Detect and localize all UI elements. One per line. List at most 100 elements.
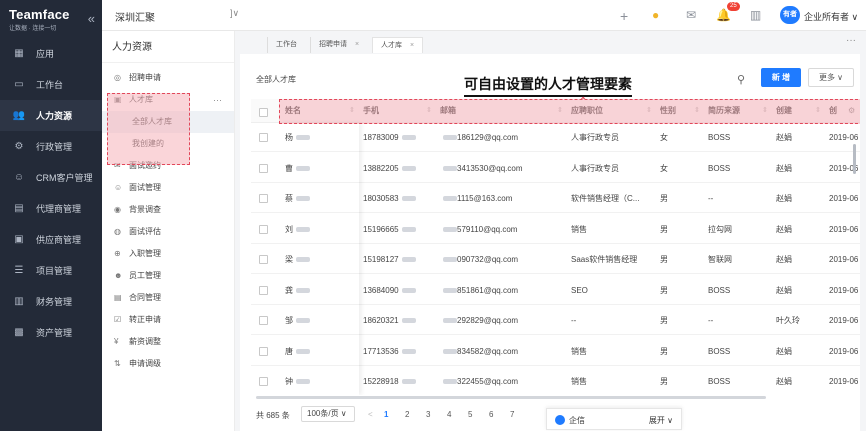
page-button[interactable]: 1 <box>384 410 388 419</box>
module-item-background[interactable]: ◉ 背景调查 <box>102 199 234 221</box>
nav-item-finance[interactable]: ▥ 财务管理 <box>0 286 102 317</box>
nav-item-admin[interactable]: ⚙ 行政管理 <box>0 131 102 162</box>
talent-table: 姓名⇕手机⇕邮箱⇕应聘职位⇕性别⇕简历来源⇕创建⇕创⚙ 杨18783009186… <box>251 99 860 395</box>
table-cell: 579110@qq.com <box>436 216 567 244</box>
search-icon[interactable]: ⚲ <box>737 73 745 86</box>
cell-value: 曹 <box>285 163 293 173</box>
mail-icon[interactable]: ✉ <box>686 8 696 22</box>
table-cell: 2019-06 <box>825 307 860 335</box>
add-button[interactable]: 新 增 <box>761 68 801 87</box>
table-row[interactable]: 梁 15198127 090732@qq.com Saas软件销售经理 男 智联网 赵娟 20… <box>251 246 860 274</box>
table-row[interactable]: 邹 18620321 292829@qq.com -- 男 -- 叶久玲 2019-06 <box>251 307 860 335</box>
talent-pool-highlight <box>107 93 190 165</box>
table-row[interactable]: 钟 15228918 322455@qq.com 销售 男 BOSS 赵娟 2019-06 <box>251 368 860 395</box>
tab-talent-pool[interactable]: 人才库 × <box>372 37 424 53</box>
close-icon[interactable]: × <box>355 41 359 48</box>
redacted-block <box>401 257 416 263</box>
table-row[interactable]: 龚 13684090 851861@qq.com SEO 男 BOSS 赵娟 2019-06 <box>251 277 860 305</box>
coin-icon[interactable]: ● <box>652 8 659 22</box>
cell-value: 蔡 <box>285 194 293 203</box>
table-row[interactable]: 刘 15196665 579110@qq.com 销售 男 拉勾网 赵娟 2019-06 <box>251 216 860 244</box>
close-icon[interactable]: × <box>410 42 414 49</box>
more-icon[interactable]: ··· <box>846 35 856 46</box>
table-cell: 2019-06 <box>825 277 860 305</box>
row-checkbox[interactable] <box>259 194 268 203</box>
row-checkbox[interactable] <box>259 316 268 325</box>
module-item-onboard[interactable]: ⊕ 入职管理 <box>102 243 234 265</box>
cell-value: 拉勾网 <box>708 224 732 234</box>
chat-expand-button[interactable]: 展开 ∨ <box>649 415 673 426</box>
row-checkbox[interactable] <box>259 255 268 264</box>
module-item-salary[interactable]: ¥ 薪资调整 <box>102 331 234 353</box>
table-row[interactable]: 唐 17713536 834582@qq.com 销售 男 BOSS 赵娟 2019-06 <box>251 338 860 366</box>
redacted-block <box>296 379 310 385</box>
table-row[interactable]: 蔡 18030583 1115@163.com 软件销售经理（C... 男 -- 赵娟 201… <box>251 185 860 213</box>
row-checkbox[interactable] <box>259 224 268 234</box>
horizontal-scrollbar[interactable] <box>256 396 766 399</box>
row-checkbox[interactable] <box>259 346 268 356</box>
module-item-recruit[interactable]: ◎ 招聘申请 <box>102 67 234 89</box>
table-cell: 销售 <box>567 216 656 244</box>
nav-item-workbench[interactable]: ▭ 工作台 <box>0 69 102 100</box>
more-icon[interactable]: ··· <box>213 89 222 111</box>
tab-workbench[interactable]: 工作台 <box>267 37 305 53</box>
row-checkbox[interactable] <box>259 377 268 386</box>
nav-item-crm[interactable]: ☺ CRM客户管理 <box>0 162 102 193</box>
table-row[interactable]: 曹 13882205 3413530@qq.com 人事行政专员女 BOSS 赵娟 2019… <box>251 155 860 183</box>
module-item-label: 面试评估 <box>129 227 161 236</box>
book-icon[interactable]: ▥ <box>750 8 761 22</box>
row-checkbox[interactable] <box>259 163 268 173</box>
table-cell: 13882205 <box>359 155 436 183</box>
plus-icon[interactable]: + <box>620 8 628 24</box>
module-item-regular[interactable]: ☑ 转正申请 <box>102 309 234 331</box>
nav-item-supplier[interactable]: ▣ 供应商管理 <box>0 224 102 255</box>
table-cell: 18783009 <box>359 124 436 152</box>
background-icon: ◉ <box>114 205 121 214</box>
module-item-interview[interactable]: ☺ 面试管理 <box>102 177 234 199</box>
table-cell: 男 <box>656 338 704 366</box>
module-item-evaluate[interactable]: ◍ 面试评估 <box>102 221 234 243</box>
nav-item-apps[interactable]: ▦ 应用 <box>0 38 102 69</box>
module-item-label: 薪资调整 <box>129 337 161 346</box>
table-row[interactable]: 杨 18783009 186129@qq.com 人事行政专员 女 BOSS 赵娟 2019-… <box>251 124 860 152</box>
page-button[interactable]: 5 <box>468 410 472 419</box>
module-item-grade[interactable]: ⇅ 申请调级 <box>102 353 234 375</box>
company-selector[interactable]: 深圳汇聚 <box>115 9 155 24</box>
more-button[interactable]: 更多 ∨ <box>808 68 854 87</box>
row-checkbox[interactable] <box>259 133 268 142</box>
page-button[interactable]: 2 <box>405 410 409 419</box>
nav-item-asset[interactable]: ▩ 资产管理 <box>0 317 102 348</box>
double-chevron-left-icon[interactable]: « <box>88 11 95 26</box>
nav-item-project[interactable]: ☰ 项目管理 <box>0 255 102 286</box>
module-item-contract[interactable]: ▤ 合同管理 <box>102 287 234 309</box>
table-cell: 人事行政专员 <box>567 155 656 183</box>
page-button[interactable]: 4 <box>447 410 451 419</box>
tab-recruit[interactable]: 招聘申请 × <box>310 37 367 53</box>
cell-value: 男 <box>660 255 668 264</box>
notification-badge: 25 <box>727 2 740 11</box>
table-cell: 梁 <box>281 246 359 274</box>
table-cell: -- <box>704 307 772 335</box>
cell-value: 2019-06 <box>829 255 859 264</box>
nav-item-agent[interactable]: ▤ 代理商管理 <box>0 193 102 224</box>
cell-value: 1115@163.com <box>457 194 513 203</box>
owner-menu[interactable]: 企业所有者 ∨ <box>804 10 858 23</box>
page-button[interactable]: 6 <box>489 410 493 419</box>
row-checkbox[interactable] <box>259 285 268 295</box>
chevron-down-icon[interactable]: ]∨ <box>230 8 239 19</box>
regular-icon: ☑ <box>114 315 122 324</box>
vertical-scrollbar[interactable] <box>853 144 856 174</box>
page-size-select[interactable]: 100条/页 ∨ <box>301 406 355 422</box>
nav-label: 财务管理 <box>36 297 73 307</box>
prev-page-button[interactable]: < <box>368 410 373 419</box>
table-cell: 智联网 <box>704 246 772 274</box>
chat-widget[interactable]: 企信 展开 ∨ <box>546 408 682 430</box>
page-button[interactable]: 3 <box>426 410 430 419</box>
nav-item-people[interactable]: 👥 人力资源 <box>0 100 102 131</box>
table-cell: 186129@qq.com <box>436 124 567 152</box>
module-item-employee[interactable]: ☻ 员工管理 <box>102 265 234 287</box>
page-button[interactable]: 7 <box>510 410 514 419</box>
avatar[interactable]: 有者 <box>780 6 800 24</box>
select-all-checkbox[interactable] <box>259 108 268 117</box>
cell-value: 人事行政专员 <box>571 133 619 142</box>
